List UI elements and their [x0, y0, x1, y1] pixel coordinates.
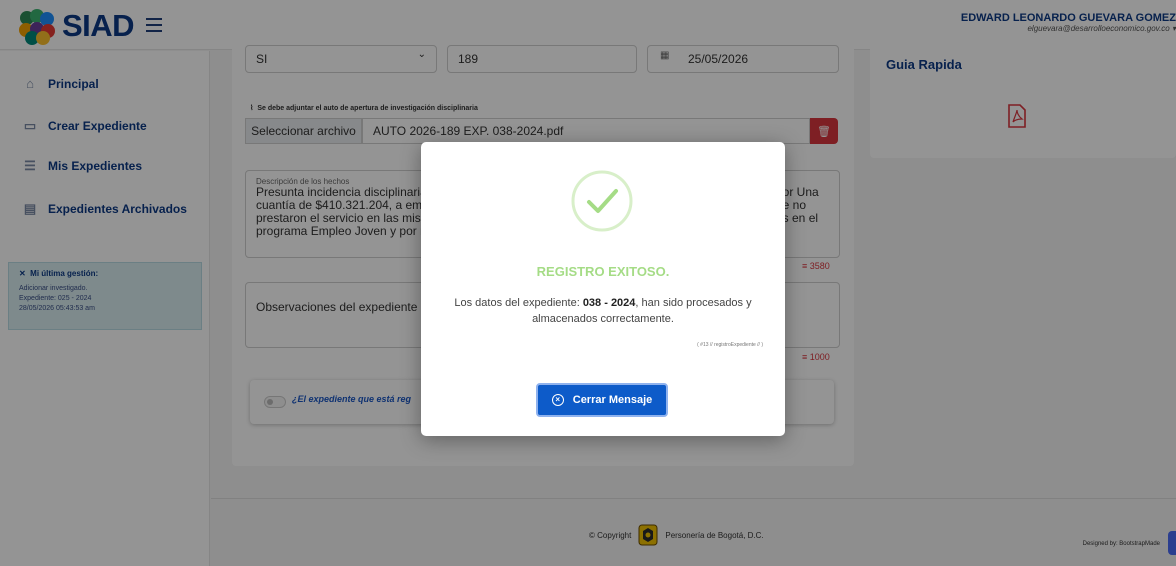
close-message-button[interactable]: × Cerrar Mensaje: [536, 383, 668, 417]
expediente-number: 038 - 2024: [582, 297, 636, 309]
success-check-icon: [571, 170, 633, 232]
modal-title: REGISTRO EXITOSO.: [536, 264, 670, 279]
success-modal: REGISTRO EXITOSO. Los datos del expedien…: [421, 142, 785, 436]
close-message-label: Cerrar Mensaje: [572, 394, 653, 406]
modal-message: Los datos del expediente: 038 - 2024, ha…: [454, 297, 752, 325]
close-circle-icon: ×: [551, 394, 564, 406]
modal-ref: ( #13 // registroExpediente // ): [697, 342, 763, 348]
